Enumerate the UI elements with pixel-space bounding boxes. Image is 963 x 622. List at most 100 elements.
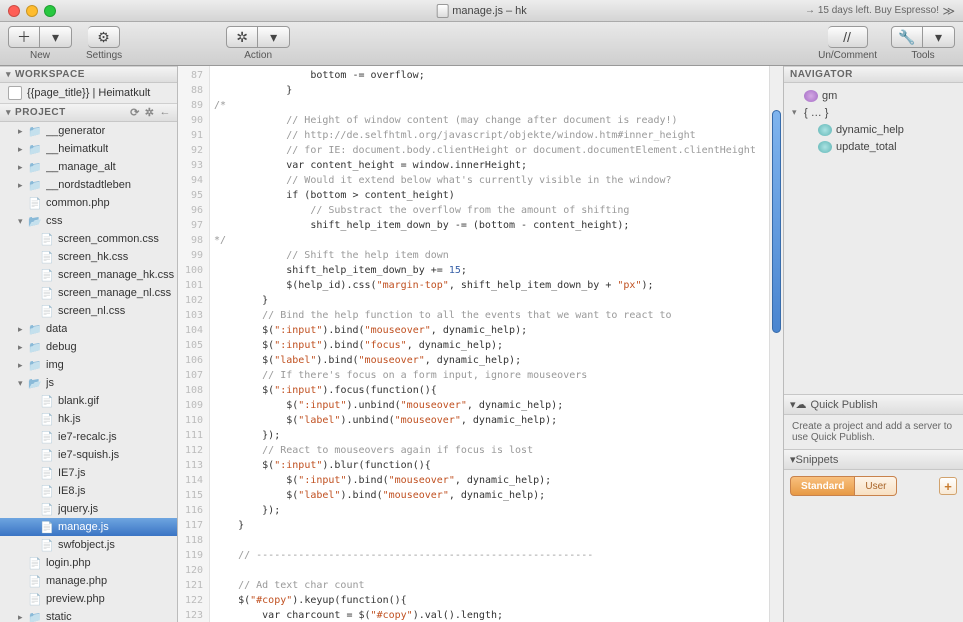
arrow-icon[interactable]: ←: [160, 106, 172, 119]
project-tree-item[interactable]: ▸debug: [0, 338, 177, 356]
folder-icon: [28, 178, 42, 192]
project-tree-item[interactable]: ▾js: [0, 374, 177, 392]
snippets-panel: ▾ Snippets Standard User +: [784, 449, 963, 622]
window-titlebar: manage.js – hk → 15 days left. Buy Espre…: [0, 0, 963, 22]
project-tree-item[interactable]: hk.js: [0, 410, 177, 428]
folder-icon: [28, 214, 42, 228]
disclosure-arrow-icon: ▸: [18, 126, 28, 137]
tree-item-label: static: [46, 611, 72, 622]
tools-button[interactable]: 🔧: [891, 26, 923, 48]
snippets-header[interactable]: ▾ Snippets: [784, 450, 963, 470]
project-tree-item[interactable]: ▾css: [0, 212, 177, 230]
project-tree-item[interactable]: ie7-squish.js: [0, 446, 177, 464]
file-icon: [40, 286, 54, 300]
project-tree-item[interactable]: screen_nl.css: [0, 302, 177, 320]
tree-item-label: hk.js: [58, 413, 81, 425]
project-section-header[interactable]: ▾ PROJECT ⟳ ✲ ←: [0, 103, 177, 122]
project-tree-item[interactable]: ▸__manage_alt: [0, 158, 177, 176]
project-tree-item[interactable]: ▸__generator: [0, 122, 177, 140]
quick-publish-header-label: Quick Publish: [811, 399, 878, 411]
close-window-button[interactable]: [8, 5, 20, 17]
code-content[interactable]: bottom -= overflow; }/* // Height of win…: [210, 66, 783, 622]
navigator-item[interactable]: ▾{ … }: [792, 104, 955, 121]
file-icon: [40, 304, 54, 318]
window-title: manage.js – hk: [436, 4, 527, 18]
project-tree-item[interactable]: IE7.js: [0, 464, 177, 482]
navigator-body: gm▾{ … } dynamic_help update_total: [784, 83, 963, 159]
project-tree-item[interactable]: screen_manage_hk.css: [0, 266, 177, 284]
code-editor[interactable]: 8788899091929394959697989910010110210310…: [178, 66, 783, 622]
tools-menu-button[interactable]: ▾: [923, 26, 955, 48]
vertical-scrollbar[interactable]: [769, 66, 783, 622]
file-icon: [40, 268, 54, 282]
folder-icon: [28, 610, 42, 622]
navigator-item[interactable]: dynamic_help: [792, 121, 955, 138]
project-tree-item[interactable]: manage.js: [0, 518, 177, 536]
project-tree-item[interactable]: screen_manage_nl.css: [0, 284, 177, 302]
function-icon: [818, 124, 832, 136]
settings-button[interactable]: ⚙: [88, 26, 120, 48]
chevron-down-icon: ▾: [6, 107, 11, 118]
quick-publish-header[interactable]: ▾ ☁ Quick Publish: [784, 395, 963, 415]
folder-icon: [28, 376, 42, 390]
disclosure-arrow-icon: ▸: [18, 324, 28, 335]
tree-item-label: preview.php: [46, 593, 105, 605]
trial-notice[interactable]: → 15 days left. Buy Espresso!: [805, 5, 939, 16]
project-tree-item[interactable]: blank.gif: [0, 392, 177, 410]
project-tree-item[interactable]: login.php: [0, 554, 177, 572]
snippet-tabs: Standard User +: [784, 470, 963, 502]
navigator-item-label: dynamic_help: [836, 124, 904, 136]
project-tree-item[interactable]: common.php: [0, 194, 177, 212]
main-toolbar: ＋ ▾ New ⚙ Settings ✲ ▾ Action // Un/Comm…: [0, 22, 963, 66]
navigator-section-header[interactable]: NAVIGATOR: [784, 66, 963, 83]
scrollbar-thumb[interactable]: [772, 110, 781, 332]
zoom-window-button[interactable]: [44, 5, 56, 17]
new-document-menu-button[interactable]: ▾: [40, 26, 72, 48]
snippet-tab-user[interactable]: User: [855, 476, 897, 496]
tree-item-label: jquery.js: [58, 503, 98, 515]
navigator-item[interactable]: update_total: [792, 138, 955, 155]
add-snippet-button[interactable]: +: [939, 477, 957, 495]
gear-icon[interactable]: ✲: [145, 106, 155, 119]
workspace-item[interactable]: {{page_title}} | Heimatkult: [0, 83, 177, 103]
action-menu-button[interactable]: ▾: [258, 26, 290, 48]
navigator-item[interactable]: gm: [792, 87, 955, 104]
tree-item-label: data: [46, 323, 67, 335]
refresh-icon[interactable]: ⟳: [130, 106, 140, 119]
project-tree-item[interactable]: manage.php: [0, 572, 177, 590]
uncomment-button[interactable]: //: [828, 26, 868, 48]
file-icon: [28, 556, 42, 570]
project-tree-item[interactable]: jquery.js: [0, 500, 177, 518]
file-icon: [40, 502, 54, 516]
file-icon: [40, 430, 54, 444]
project-tree-item[interactable]: ▸static: [0, 608, 177, 622]
folder-icon: [28, 322, 42, 336]
disclosure-arrow-icon: ▾: [18, 378, 28, 389]
tree-item-label: img: [46, 359, 64, 371]
action-button[interactable]: ✲: [226, 26, 258, 48]
file-icon: [40, 466, 54, 480]
project-tree-item[interactable]: screen_hk.css: [0, 248, 177, 266]
minimize-window-button[interactable]: [26, 5, 38, 17]
project-tree-item[interactable]: ▸img: [0, 356, 177, 374]
document-icon: [436, 4, 448, 18]
project-tree-item[interactable]: ▸__heimatkult: [0, 140, 177, 158]
snippet-tab-standard[interactable]: Standard: [790, 476, 855, 496]
file-icon: [40, 250, 54, 264]
project-tree-item[interactable]: screen_common.css: [0, 230, 177, 248]
project-tree-item[interactable]: IE8.js: [0, 482, 177, 500]
titlebar-more-icon[interactable]: ≫: [942, 4, 955, 18]
new-document-button[interactable]: ＋: [8, 26, 40, 48]
tree-item-label: IE7.js: [58, 467, 86, 479]
tree-item-label: screen_hk.css: [58, 251, 128, 263]
project-tree-item[interactable]: ie7-recalc.js: [0, 428, 177, 446]
file-icon: [40, 394, 54, 408]
project-tree-item[interactable]: swfobject.js: [0, 536, 177, 554]
project-tree-item[interactable]: ▸__nordstadtleben: [0, 176, 177, 194]
project-tree-item[interactable]: ▸ data: [0, 320, 177, 338]
workspace-section-header[interactable]: ▾ WORKSPACE: [0, 66, 177, 83]
project-tree: ▸__generator▸__heimatkult▸__manage_alt▸_…: [0, 122, 177, 622]
folder-icon: [28, 358, 42, 372]
project-tree-item[interactable]: preview.php: [0, 590, 177, 608]
file-icon: [28, 574, 42, 588]
